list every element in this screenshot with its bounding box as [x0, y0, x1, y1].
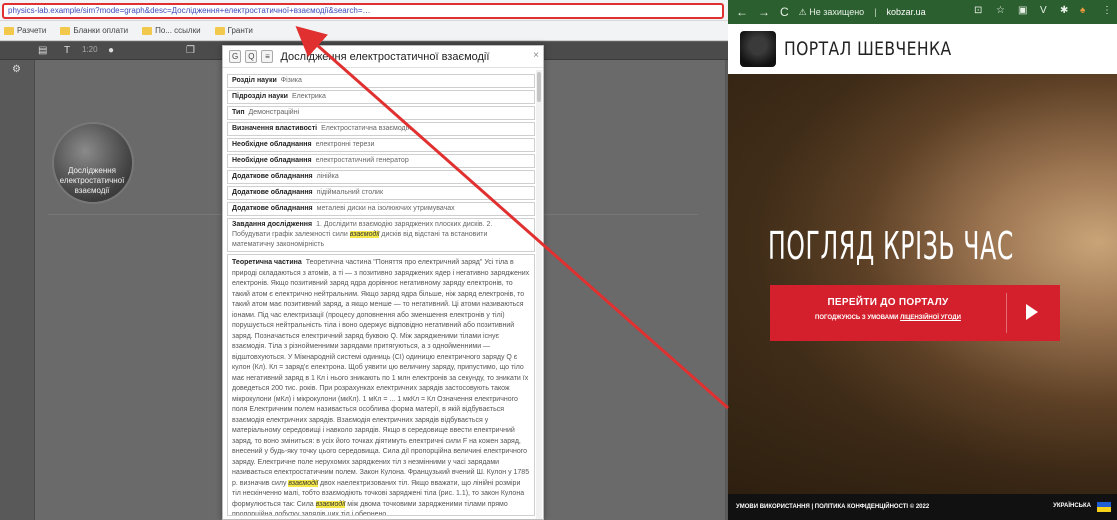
field-row: Додаткове обладнання металеві диски на із…	[227, 202, 535, 216]
chart-tool-icon[interactable]: ▤	[38, 45, 47, 56]
scrollbar-thumb[interactable]	[537, 72, 541, 102]
reload-icon[interactable]: C	[780, 5, 789, 19]
search-highlight: взаємодії	[349, 231, 380, 238]
screenshot-root: physics-lab.example/sim?mode=graph&desc=…	[0, 0, 1117, 520]
extension-icon[interactable]: ▣	[1018, 5, 1027, 16]
graph-node-label: Дослідження електростатичної взаємодії	[59, 166, 125, 195]
site-title[interactable]: ПОРТАЛ ШЕВЧЕНКА	[784, 38, 952, 60]
field-row: Тип Демонстраційні	[227, 106, 535, 120]
zoom-level[interactable]: 1:20	[82, 45, 98, 54]
site-header: ПОРТАЛ ШЕВЧЕНКА	[728, 24, 1117, 74]
footer-links[interactable]: УМОВИ ВИКОРИСТАННЯ | ПОЛІТИКА КОНФІДЕНЦІ…	[736, 504, 929, 510]
site-footer: УМОВИ ВИКОРИСТАННЯ | ПОЛІТИКА КОНФІДЕНЦІ…	[728, 494, 1117, 520]
right-pane: ← → C ⚠ Не захищено | kobzar.ua ⊡ ☆ ▣ V …	[728, 0, 1117, 520]
copy-icon[interactable]: ❐	[186, 45, 195, 56]
star-icon[interactable]: ☆	[996, 5, 1005, 16]
text-tool-button[interactable]: T	[64, 45, 70, 56]
info-dialog: G Q ≡ Дослідження електростатичної взаєм…	[222, 45, 544, 520]
back-icon[interactable]: ←	[736, 5, 748, 19]
address-bar-strip: physics-lab.example/sim?mode=graph&desc=…	[0, 0, 728, 21]
dialog-header: G Q ≡ Дослідження електростатичної взаєм…	[223, 46, 543, 68]
field-row: Додаткове обладнання лінійка	[227, 170, 535, 184]
folder-icon	[4, 26, 14, 35]
cta-terms: ПОГОДЖУЮСЬ З УМОВАМИ ЛІЦЕНЗІЙНОЇ УГОДИ	[815, 315, 961, 321]
record-icon[interactable]: ●	[108, 45, 114, 56]
field-row: Необхідне обладнання електронні терези	[227, 138, 535, 152]
license-link[interactable]: ЛІЦЕНЗІЙНОЇ УГОДИ	[900, 315, 961, 321]
security-warning[interactable]: ⚠ Не захищено	[799, 7, 865, 18]
folder-icon	[214, 26, 225, 35]
browser-toolbar: ← → C ⚠ Не захищено | kobzar.ua ⊡ ☆ ▣ V …	[728, 0, 1117, 24]
enter-portal-button[interactable]: ПЕРЕЙТИ ДО ПОРТАЛУ ПОГОДЖУЮСЬ З УМОВАМИ …	[770, 285, 1060, 341]
field-row: Визначення властивості Електростатична вз…	[227, 122, 535, 136]
search-highlight: взаємодії	[288, 479, 319, 487]
bookmark-1[interactable]: Разчети	[4, 26, 46, 35]
search-highlight: взаємодії	[315, 500, 346, 508]
theory-section: Теоретична частина Теоретична частина "По…	[227, 254, 535, 516]
close-icon[interactable]: ×	[533, 50, 539, 61]
hero-title: ПОГЛЯД КРІЗЬ ЧАС	[768, 224, 1014, 268]
folder-icon	[60, 26, 71, 35]
menu-icon[interactable]: ⋮	[1102, 5, 1112, 16]
list-icon[interactable]: ≡	[261, 50, 274, 63]
profile-icon[interactable]: ♠	[1080, 5, 1085, 16]
dialog-title: Дослідження електростатичної взаємодії	[280, 50, 490, 63]
field-row: Розділ науки Фізика	[227, 74, 535, 88]
google-search-button[interactable]: G	[229, 50, 242, 63]
task-row: Завдання дослідження 1. Дослідити взаємод…	[227, 218, 535, 252]
field-row: Необхідне обладнання електростатичний ген…	[227, 154, 535, 168]
left-pane: physics-lab.example/sim?mode=graph&desc=…	[0, 0, 728, 520]
gear-icon[interactable]: ⚙	[12, 64, 21, 75]
puzzle-icon[interactable]: ✱	[1060, 5, 1068, 16]
bookmarks-bar: Разчети Бланки оплати По... ссылки Грант…	[0, 21, 728, 41]
address-bar[interactable]: physics-lab.example/sim?mode=graph&desc=…	[2, 3, 724, 19]
bookmark-3[interactable]: По... ссылки	[142, 26, 201, 35]
language-selector[interactable]: УКРАЇНСЬКА	[1053, 503, 1091, 509]
folder-icon	[142, 26, 153, 35]
bookmark-4[interactable]: Гранти	[214, 26, 253, 35]
workspace-sidebar: ⚙	[0, 60, 35, 520]
address-domain[interactable]: kobzar.ua	[887, 7, 926, 17]
hero-section: ПОГЛЯД КРІЗЬ ЧАС ПЕРЕЙТИ ДО ПОРТАЛУ ПОГО…	[728, 74, 1117, 494]
vpn-icon[interactable]: V	[1040, 5, 1047, 16]
forward-icon[interactable]: →	[758, 5, 770, 19]
bookmark-2[interactable]: Бланки оплати	[60, 26, 128, 35]
cta-label: ПЕРЕЙТИ ДО ПОРТАЛУ	[827, 297, 949, 308]
search-button[interactable]: Q	[245, 50, 258, 63]
field-row: Підрозділ науки Електрика	[227, 90, 535, 104]
play-icon	[1026, 304, 1038, 320]
field-row: Додаткове обладнання підіймальний столик	[227, 186, 535, 200]
dialog-body: Розділ науки Фізика Підрозділ науки Електр…	[227, 74, 535, 519]
dialog-scrollbar[interactable]	[536, 70, 542, 519]
logo-portrait[interactable]	[740, 31, 776, 67]
ukraine-flag-icon[interactable]	[1097, 502, 1111, 512]
screenshot-icon[interactable]: ⊡	[974, 5, 982, 16]
